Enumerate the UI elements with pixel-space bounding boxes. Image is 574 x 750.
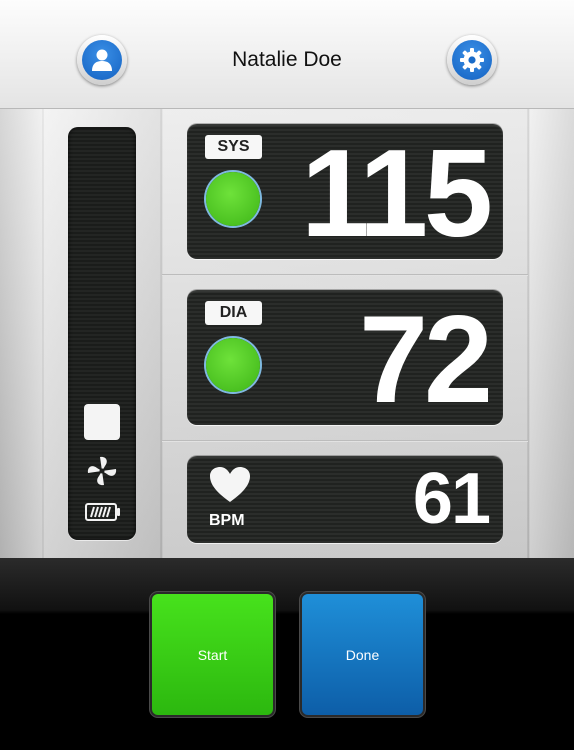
- systolic-label: SYS: [205, 135, 262, 159]
- diastolic-status-indicator: [206, 338, 260, 392]
- row-divider: [162, 274, 528, 276]
- header-bar: Natalie Doe: [0, 0, 574, 109]
- measurement-panel: SYS 115 DIA 72 BPM 61: [0, 109, 574, 558]
- diastolic-value: 72: [359, 291, 493, 425]
- pulse-card: BPM 61: [187, 456, 503, 543]
- user-profile-button[interactable]: [77, 35, 127, 85]
- user-icon: [82, 40, 122, 80]
- systolic-card: SYS 115: [187, 124, 503, 259]
- user-name: Natalie Doe: [232, 48, 342, 71]
- start-button[interactable]: Start: [152, 594, 273, 715]
- gear-icon: [452, 40, 492, 80]
- row-divider: [162, 440, 528, 442]
- battery-icon: [85, 503, 120, 521]
- done-button[interactable]: Done: [302, 594, 423, 715]
- diastolic-card: DIA 72: [187, 290, 503, 425]
- pulse-label: BPM: [209, 512, 245, 529]
- pressure-gauge: [68, 127, 136, 540]
- heart-icon: [210, 467, 250, 502]
- pulse-value: 61: [412, 459, 491, 539]
- fan-icon: [87, 456, 117, 486]
- systolic-status-indicator: [206, 172, 260, 226]
- stop-icon[interactable]: [84, 404, 120, 440]
- footer-bar: [0, 558, 574, 750]
- settings-button[interactable]: [447, 35, 497, 85]
- diastolic-label: DIA: [205, 301, 262, 325]
- systolic-value: 115: [300, 125, 493, 259]
